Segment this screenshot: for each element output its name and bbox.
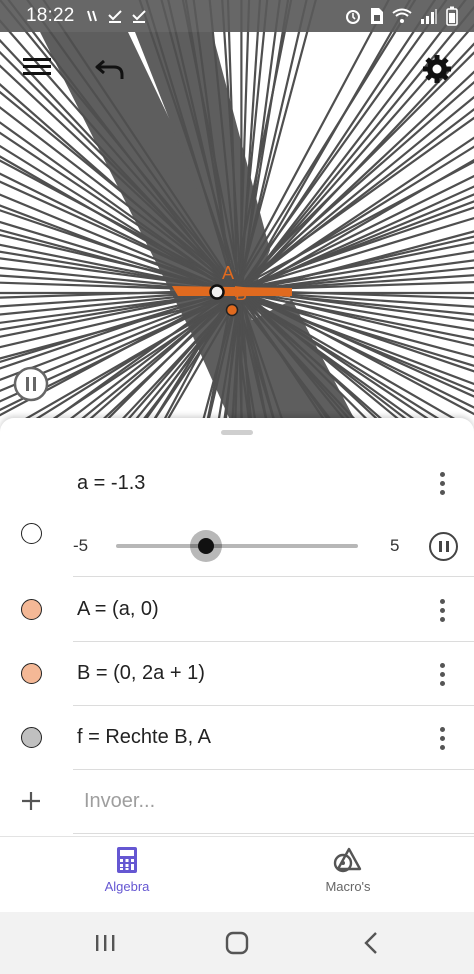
- slider-min-label: -5: [73, 536, 88, 556]
- settings-button[interactable]: [420, 52, 454, 86]
- algebra-item-line-f[interactable]: f = Rechte B, A: [0, 706, 474, 770]
- signal-icon: [420, 8, 438, 24]
- hamburger-menu-icon: [23, 56, 51, 80]
- plus-icon[interactable]: [20, 790, 42, 812]
- bottom-navigation: Algebra Macro's: [0, 836, 474, 912]
- more-options-button-B[interactable]: [430, 659, 454, 689]
- pause-icon: [439, 541, 442, 552]
- visibility-toggle-A[interactable]: [21, 599, 42, 620]
- point-A-label: A: [222, 263, 234, 283]
- system-navigation-bar: [0, 912, 474, 974]
- more-vertical-icon: [440, 599, 445, 604]
- back-button[interactable]: [356, 928, 386, 958]
- tab-algebra[interactable]: Algebra: [67, 847, 187, 907]
- slider-thumb[interactable]: [198, 538, 214, 554]
- more-options-button-f[interactable]: [430, 723, 454, 753]
- graphics-view[interactable]: A B: [0, 0, 474, 420]
- tab-macros[interactable]: Macro's: [288, 847, 408, 907]
- notification-icon: [85, 9, 99, 23]
- more-options-button-A[interactable]: [430, 595, 454, 625]
- calculator-icon: [117, 847, 137, 873]
- battery-icon: [446, 6, 458, 26]
- gear-icon: [422, 54, 452, 84]
- slider-track[interactable]: [116, 544, 358, 548]
- pause-icon: [13, 366, 49, 402]
- algebra-item-point-A[interactable]: A = (a, 0): [0, 578, 474, 642]
- undo-icon: [94, 57, 126, 81]
- panel-drag-handle[interactable]: [221, 430, 253, 435]
- row-divider: [73, 576, 474, 577]
- check-icon: [131, 9, 147, 23]
- recent-apps-icon: [93, 933, 117, 953]
- slider-pause-button[interactable]: [429, 532, 458, 561]
- algebra-item-point-B[interactable]: B = (0, 2a + 1): [0, 642, 474, 706]
- alarm-icon: [344, 7, 362, 25]
- point-A-expression[interactable]: A = (a, 0): [77, 598, 159, 621]
- status-time: 18:22: [26, 5, 75, 27]
- home-button[interactable]: [222, 928, 252, 958]
- more-vertical-icon: [440, 472, 445, 477]
- algebra-item-slider-a[interactable]: a = -1.3 -5 5: [0, 448, 474, 578]
- tools-icon: [333, 847, 363, 873]
- visibility-toggle-B[interactable]: [21, 663, 42, 684]
- visibility-toggle-a[interactable]: [21, 523, 42, 544]
- line-f-expression[interactable]: f = Rechte B, A: [77, 726, 211, 749]
- tab-macros-label: Macro's: [325, 879, 370, 894]
- slider-a-expression[interactable]: a = -1.3: [77, 472, 145, 495]
- algebra-input-field[interactable]: Invoer...: [84, 790, 155, 813]
- algebra-input-row[interactable]: Invoer...: [0, 770, 474, 834]
- slider-max-label: 5: [390, 536, 399, 556]
- point-B-label: B: [235, 284, 247, 304]
- graphics-canvas[interactable]: A B: [0, 0, 474, 420]
- more-vertical-icon: [440, 727, 445, 732]
- menu-button[interactable]: [20, 52, 54, 84]
- sim-icon: [370, 7, 384, 25]
- point-B-expression[interactable]: B = (0, 2a + 1): [77, 662, 205, 685]
- visibility-toggle-f[interactable]: [21, 727, 42, 748]
- animation-pause-button[interactable]: [13, 366, 49, 402]
- more-options-button-a[interactable]: [430, 468, 454, 498]
- status-bar: 18:22: [0, 0, 474, 32]
- check-icon: [107, 9, 123, 23]
- row-divider: [73, 833, 474, 834]
- back-icon: [361, 931, 381, 955]
- tab-algebra-label: Algebra: [105, 879, 150, 894]
- undo-button[interactable]: [92, 54, 128, 84]
- recent-apps-button[interactable]: [90, 928, 120, 958]
- wifi-icon: [392, 8, 412, 24]
- more-vertical-icon: [440, 663, 445, 668]
- home-icon: [225, 931, 249, 955]
